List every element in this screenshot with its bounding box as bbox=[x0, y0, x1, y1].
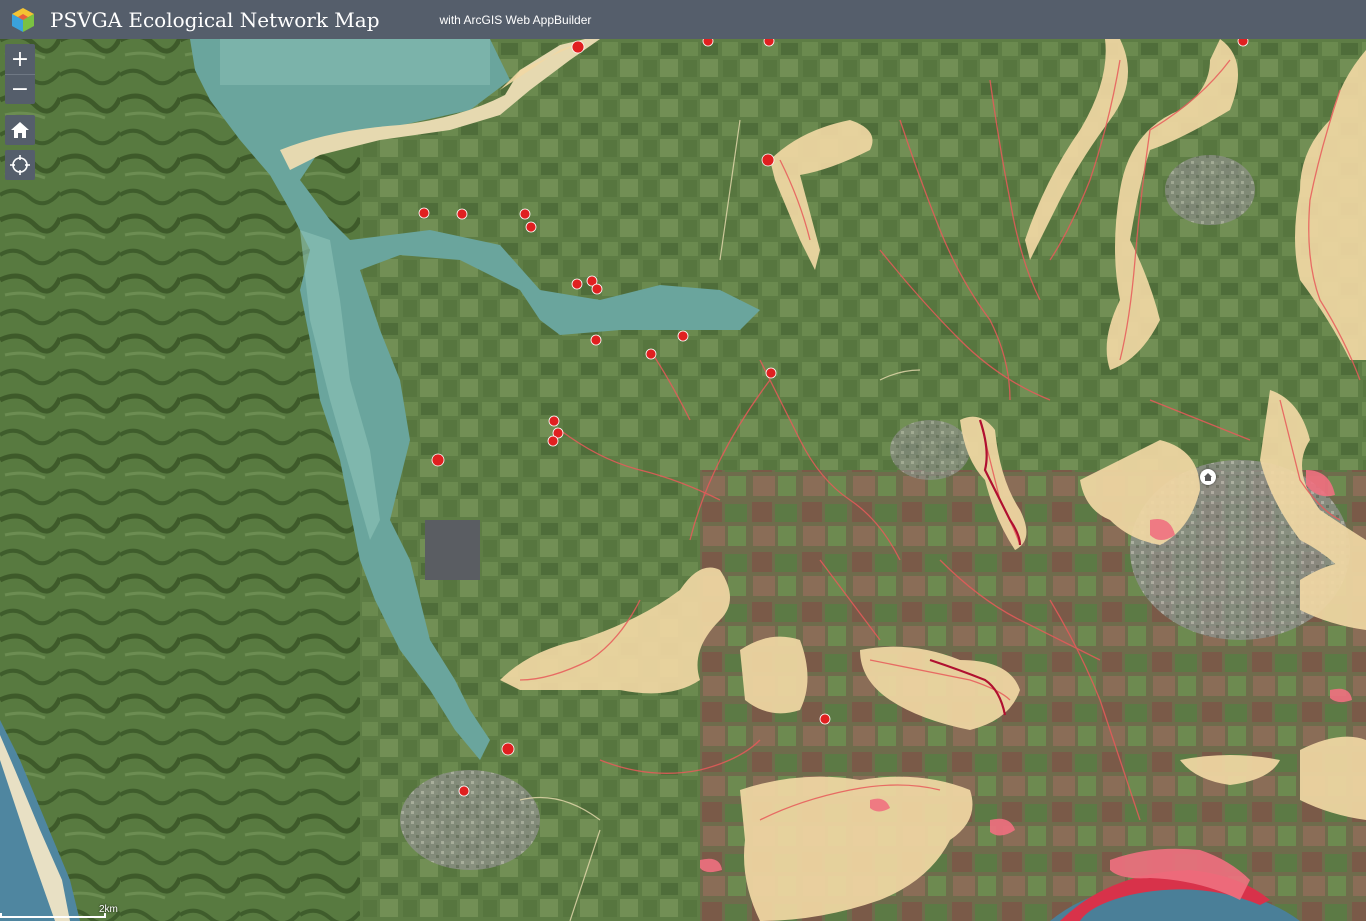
locate-icon bbox=[10, 155, 30, 175]
app-logo-icon bbox=[12, 7, 34, 32]
map-canvas[interactable] bbox=[0, 39, 1366, 921]
site-marker-icon[interactable] bbox=[1200, 469, 1216, 485]
app-header: PSVGA Ecological Network Map with ArcGIS… bbox=[0, 0, 1366, 39]
my-location-button[interactable] bbox=[5, 150, 35, 180]
scale-bar-line bbox=[0, 913, 106, 918]
zoom-out-button[interactable]: − bbox=[5, 74, 35, 104]
map-imagery bbox=[0, 39, 1366, 921]
app-subtitle: with ArcGIS Web AppBuilder bbox=[439, 12, 592, 27]
zoom-in-button[interactable]: + bbox=[5, 44, 35, 74]
home-button[interactable] bbox=[5, 115, 35, 145]
scale-bar: 2km bbox=[0, 904, 130, 918]
zoom-control: + − bbox=[5, 44, 35, 104]
scale-bar-label: 2km bbox=[99, 904, 118, 915]
app-title: PSVGA Ecological Network Map bbox=[50, 7, 380, 32]
home-icon bbox=[11, 122, 29, 138]
